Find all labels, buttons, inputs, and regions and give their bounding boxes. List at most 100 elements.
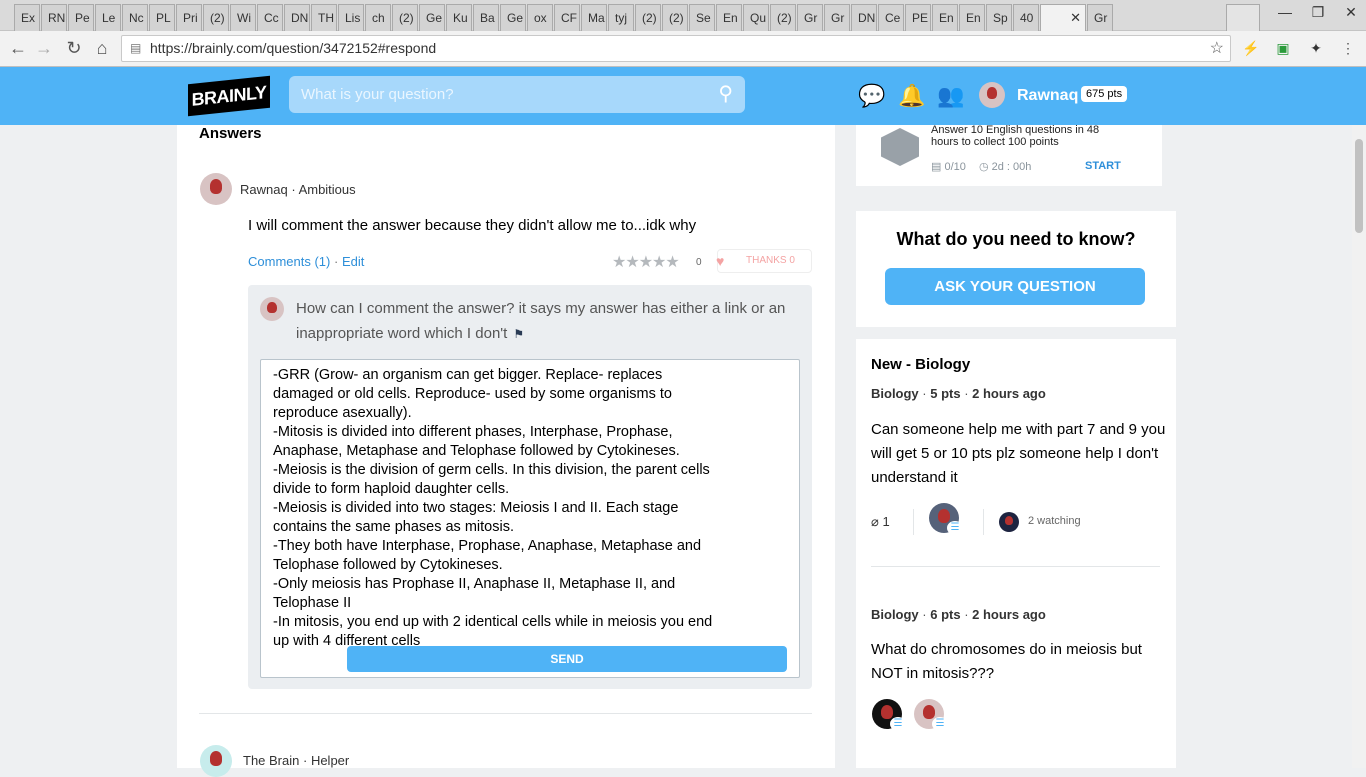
question-time: 2 hours ago — [972, 607, 1046, 622]
comments-link[interactable]: Comments (1) — [248, 254, 330, 269]
browser-tab[interactable]: DN — [851, 4, 877, 31]
browser-tab[interactable]: CF — [554, 4, 580, 31]
page-info-icon[interactable]: ▤ — [130, 36, 141, 61]
browser-tab[interactable]: En — [932, 4, 958, 31]
browser-tab[interactable]: tyj — [608, 4, 634, 31]
ask-question-button[interactable]: ASK YOUR QUESTION — [885, 268, 1145, 305]
send-button[interactable]: SEND — [347, 646, 787, 672]
user-avatar[interactable] — [979, 82, 1005, 108]
points-badge: 675 pts — [1081, 86, 1128, 102]
browser-tab[interactable]: En — [716, 4, 742, 31]
browser-tab[interactable]: Gr — [1087, 4, 1113, 31]
answer-author-avatar[interactable] — [200, 173, 232, 205]
close-tab-icon[interactable]: ✕ — [1070, 10, 1081, 26]
forward-icon[interactable]: → — [32, 37, 56, 61]
browser-tab[interactable]: 40 — [1013, 4, 1039, 31]
browser-tab[interactable]: ox — [527, 4, 553, 31]
browser-tab[interactable]: Le — [95, 4, 121, 31]
editor-line: -Meiosis is the division of germ cells. … — [273, 462, 710, 497]
browser-tab[interactable]: (2) — [662, 4, 688, 31]
browser-tab[interactable]: (2) — [770, 4, 796, 31]
browser-tab[interactable]: Ku — [446, 4, 472, 31]
challenge-start-button[interactable]: START — [1085, 160, 1121, 172]
answer-author-name[interactable]: Rawnaq — [240, 182, 288, 197]
home-icon[interactable]: ⌂ — [90, 37, 114, 61]
new-questions-card: New - Biology Biology · 5 pts · 2 hours … — [856, 339, 1176, 768]
menu-icon[interactable]: ⋮ — [1338, 38, 1358, 58]
rating-stars[interactable]: ★★★★★ — [612, 252, 680, 272]
browser-tab[interactable]: Pe — [68, 4, 94, 31]
thanks-button[interactable]: ♥ THANKS 0 — [716, 249, 812, 273]
browser-tab[interactable]: Gr — [797, 4, 823, 31]
report-flag-icon[interactable]: ⚑ — [513, 327, 524, 341]
brain-avatar[interactable] — [200, 745, 232, 777]
browser-tab[interactable]: Ma — [581, 4, 607, 31]
comment: How can I comment the answer? it says my… — [296, 296, 801, 347]
messages-icon[interactable]: 💬 — [858, 82, 886, 110]
scrollbar-thumb[interactable] — [1355, 139, 1363, 233]
extension-icon[interactable]: ⚡ — [1241, 38, 1261, 58]
edit-link[interactable]: Edit — [342, 254, 364, 269]
challenge-time: 2d : 00h — [991, 161, 1032, 173]
friends-icon[interactable]: 👥 — [937, 82, 965, 110]
browser-tab[interactable]: Ge — [419, 4, 445, 31]
browser-tab[interactable]: (2) — [392, 4, 418, 31]
notifications-bell-icon[interactable]: 🔔 — [898, 82, 926, 110]
comment-author-avatar[interactable] — [260, 297, 284, 321]
browser-tab[interactable]: PL — [149, 4, 175, 31]
daily-challenge-card: Answer 10 English questions in 48 hours … — [856, 124, 1162, 186]
browser-tab[interactable]: Ba — [473, 4, 499, 31]
answer-author-line: Rawnaq · Ambitious — [240, 182, 356, 197]
answers-panel: Answers Rawnaq · Ambitious I will commen… — [177, 125, 835, 777]
url-text: https://brainly.com/question/3472152#res… — [150, 40, 437, 56]
browser-tab[interactable]: DN — [284, 4, 310, 31]
browser-tab[interactable]: (2) — [635, 4, 661, 31]
question-subject[interactable]: Biology — [871, 386, 919, 401]
question-text[interactable]: Can someone help me with part 7 and 9 yo… — [871, 418, 1166, 490]
browser-tab[interactable]: En — [959, 4, 985, 31]
classroom-extension-icon[interactable]: ▣ — [1273, 38, 1293, 58]
editor-line: -Meiosis is divided into two stages: Mei… — [273, 500, 679, 535]
restore-icon[interactable]: ❐ — [1303, 4, 1333, 21]
checklist-icon: ☰ — [890, 717, 906, 731]
browser-tab[interactable]: Ce — [878, 4, 904, 31]
question-text[interactable]: What do chromosomes do in meiosis but NO… — [871, 638, 1166, 686]
back-icon[interactable]: ← — [6, 37, 30, 61]
search-input[interactable]: What is your question? ⚲ — [289, 76, 745, 113]
browser-tab[interactable]: Lis — [338, 4, 364, 31]
browser-tab[interactable]: Pri — [176, 4, 202, 31]
browser-tab[interactable]: ch — [365, 4, 391, 31]
tab-active[interactable]: ✕ — [1040, 4, 1086, 32]
address-bar[interactable]: ▤ https://brainly.com/question/3472152#r… — [121, 35, 1231, 62]
browser-tab[interactable]: Sp — [986, 4, 1012, 31]
comments-section: How can I comment the answer? it says my… — [248, 285, 812, 689]
browser-tab[interactable]: Ge — [500, 4, 526, 31]
browser-tab[interactable]: Wi — [230, 4, 256, 31]
answer-editor-textarea[interactable]: -GRR (Grow- an organism can get bigger. … — [260, 359, 800, 678]
watcher-avatar[interactable] — [999, 512, 1019, 532]
header-username[interactable]: Rawnaq — [1017, 87, 1078, 105]
watching-count: 2 watching — [1028, 515, 1081, 527]
question-subject[interactable]: Biology — [871, 607, 919, 622]
browser-tab[interactable]: (2) — [203, 4, 229, 31]
close-window-icon[interactable]: ✕ — [1336, 4, 1366, 21]
bookmark-star-icon[interactable]: ☆ — [1210, 36, 1224, 61]
challenge-meta: ▤ 0/10 ◷ 2d : 00h — [931, 160, 1031, 173]
brainly-logo[interactable]: BRAINLY — [188, 75, 270, 117]
page-scrollbar[interactable] — [1352, 125, 1366, 768]
browser-tab[interactable]: Nc — [122, 4, 148, 31]
browser-tab[interactable]: Qu — [743, 4, 769, 31]
browser-tab[interactable]: RN — [41, 4, 67, 31]
reload-icon[interactable]: ↻ — [62, 37, 86, 61]
browser-tab[interactable]: Gr — [824, 4, 850, 31]
browser-tab[interactable]: Cc — [257, 4, 283, 31]
browser-tab[interactable]: Se — [689, 4, 715, 31]
browser-tab[interactable]: TH — [311, 4, 337, 31]
new-tab-button[interactable] — [1226, 4, 1260, 31]
minimize-icon[interactable]: — — [1270, 4, 1300, 20]
extension-puzzle-icon[interactable]: ✦ — [1306, 38, 1326, 58]
browser-tab[interactable]: Ex — [14, 4, 40, 31]
next-author-name[interactable]: The Brain — [243, 753, 299, 768]
browser-tab[interactable]: PE — [905, 4, 931, 31]
search-icon[interactable]: ⚲ — [718, 76, 733, 113]
